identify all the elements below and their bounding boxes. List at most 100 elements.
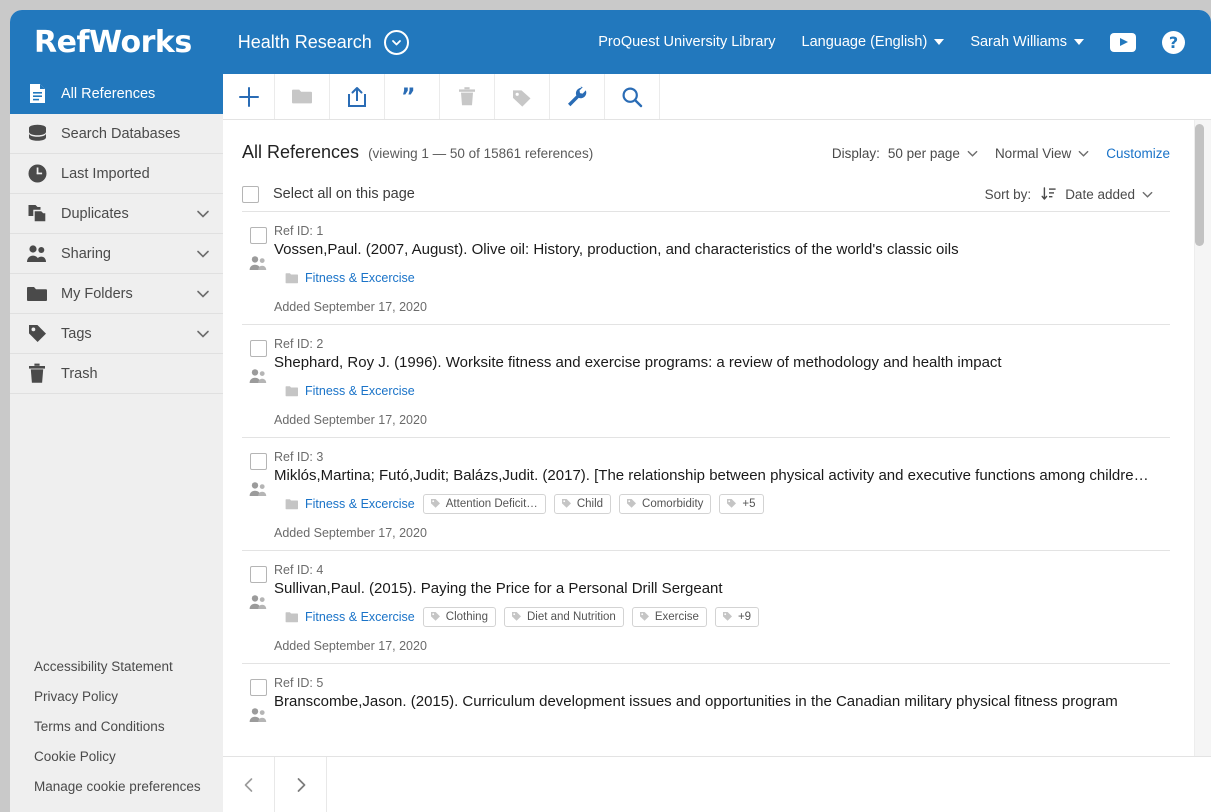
row-controls	[242, 337, 274, 427]
row-checkbox[interactable]	[250, 679, 267, 696]
reference-chips: Fitness & Excercise Attention Deficit… C…	[274, 493, 1170, 514]
reference-chips: Fitness & Excercise	[274, 267, 1170, 288]
wrench-icon[interactable]	[550, 74, 605, 119]
per-page-value: 50 per page	[888, 146, 960, 161]
share-export-icon[interactable]	[330, 74, 385, 119]
customize-link[interactable]: Customize	[1106, 146, 1170, 161]
folder-icon	[285, 498, 298, 510]
add-icon[interactable]	[223, 74, 275, 119]
user-menu[interactable]: Sarah Williams	[970, 34, 1084, 50]
folder-icon	[285, 385, 298, 397]
folder-chip[interactable]: Fitness & Excercise	[274, 497, 415, 511]
tag-icon[interactable]	[495, 74, 550, 119]
sidebar-item-my-folders[interactable]: My Folders	[10, 274, 223, 314]
tag-chip[interactable]: Comorbidity	[619, 494, 711, 514]
folder-chip[interactable]: Fitness & Excercise	[274, 384, 415, 398]
help-icon[interactable]: ?	[1162, 31, 1185, 54]
scrollbar-thumb[interactable]	[1195, 124, 1204, 246]
next-page-button[interactable]	[275, 757, 327, 812]
sort-by-dropdown[interactable]: Date added	[1065, 187, 1154, 202]
app-window: RefWorks Health Research ProQuest Univer…	[10, 10, 1211, 812]
refworks-logo[interactable]: RefWorks	[24, 25, 192, 60]
user-name-label: Sarah Williams	[970, 34, 1067, 50]
sidebar-item-tags[interactable]: Tags	[10, 314, 223, 354]
tag-chip[interactable]: Diet and Nutrition	[504, 607, 624, 627]
display-label: Display:	[832, 146, 880, 161]
reference-chips: Fitness & Excercise	[274, 380, 1170, 401]
sidebar-item-duplicates[interactable]: Duplicates	[10, 194, 223, 234]
references-scroll-area[interactable]: All References (viewing 1 — 50 of 15861 …	[223, 120, 1211, 756]
institution-link[interactable]: ProQuest University Library	[598, 34, 775, 50]
tag-chip[interactable]: Exercise	[632, 607, 707, 627]
view-mode-dropdown[interactable]: Normal View	[995, 146, 1090, 161]
link-cookie-policy[interactable]: Cookie Policy	[34, 749, 223, 764]
people-icon	[249, 481, 267, 497]
link-terms-and-conditions[interactable]: Terms and Conditions	[34, 719, 223, 734]
reference-content: Ref ID: 5 Branscombe,Jason. (2015). Curr…	[274, 676, 1170, 756]
sidebar-item-all-references[interactable]: All References	[10, 74, 223, 114]
table-row[interactable]: Ref ID: 3 Miklós,Martina; Futó,Judit; Ba…	[242, 438, 1170, 551]
search-icon[interactable]	[605, 74, 660, 119]
per-page-dropdown[interactable]: 50 per page	[888, 146, 979, 161]
table-row[interactable]: Ref ID: 2 Shephard, Roy J. (1996). Works…	[242, 325, 1170, 438]
tag-label: Exercise	[655, 611, 699, 623]
link-manage-cookie-preferences[interactable]: Manage cookie preferences	[34, 779, 223, 794]
sidebar-item-trash[interactable]: Trash	[10, 354, 223, 394]
reference-title[interactable]: Branscombe,Jason. (2015). Curriculum dev…	[274, 693, 1170, 710]
tag-icon	[26, 323, 48, 345]
youtube-icon[interactable]	[1110, 33, 1136, 52]
language-menu[interactable]: Language (English)	[802, 34, 945, 50]
reference-content: Ref ID: 1 Vossen,Paul. (2007, August). O…	[274, 224, 1170, 314]
folder-name: Fitness & Excercise	[305, 497, 415, 511]
sidebar-item-search-databases[interactable]: Search Databases	[10, 114, 223, 154]
reference-title[interactable]: Sullivan,Paul. (2015). Paying the Price …	[274, 580, 1170, 597]
tag-chip[interactable]: Attention Deficit…	[423, 494, 546, 514]
chevron-down-icon[interactable]	[195, 326, 211, 342]
tag-chip[interactable]: Child	[554, 494, 611, 514]
row-checkbox[interactable]	[250, 340, 267, 357]
link-privacy-policy[interactable]: Privacy Policy	[34, 689, 223, 704]
more-tags-chip[interactable]: +9	[715, 607, 759, 627]
more-tags-label: +9	[738, 611, 751, 623]
row-controls	[242, 450, 274, 540]
trash-icon[interactable]	[440, 74, 495, 119]
people-icon	[249, 707, 267, 723]
chevron-down-icon[interactable]	[195, 246, 211, 262]
select-all-label: Select all on this page	[273, 186, 415, 202]
select-all-row: Select all on this page Sort by: Date ad…	[223, 163, 1192, 211]
tag-chip[interactable]: Clothing	[423, 607, 496, 627]
link-accessibility-statement[interactable]: Accessibility Statement	[34, 659, 223, 674]
chevron-down-circle-icon[interactable]	[384, 30, 409, 55]
main-panel: ” All References (viewi	[223, 74, 1211, 812]
body-wrapper: All References Search Databases Last Imp…	[10, 74, 1211, 812]
sort-order-icon[interactable]	[1041, 186, 1057, 202]
row-checkbox[interactable]	[250, 566, 267, 583]
page-title: All References	[242, 142, 359, 163]
folder-chip[interactable]: Fitness & Excercise	[274, 271, 415, 285]
chevron-down-icon[interactable]	[195, 206, 211, 222]
quote-icon[interactable]: ”	[385, 74, 440, 119]
folder-icon[interactable]	[275, 74, 330, 119]
date-added: Added September 17, 2020	[274, 300, 1170, 314]
previous-page-button[interactable]	[223, 757, 275, 812]
folder-chip[interactable]: Fitness & Excercise	[274, 610, 415, 624]
row-checkbox[interactable]	[250, 453, 267, 470]
language-label: Language (English)	[802, 34, 928, 50]
tag-label: Diet and Nutrition	[527, 611, 616, 623]
select-all-checkbox[interactable]	[242, 186, 259, 203]
table-row[interactable]: Ref ID: 4 Sullivan,Paul. (2015). Paying …	[242, 551, 1170, 664]
reference-title[interactable]: Miklós,Martina; Futó,Judit; Balázs,Judit…	[274, 467, 1170, 484]
sidebar-item-last-imported[interactable]: Last Imported	[10, 154, 223, 194]
table-row[interactable]: Ref ID: 5 Branscombe,Jason. (2015). Curr…	[242, 664, 1170, 756]
folder-name: Fitness & Excercise	[305, 271, 415, 285]
row-checkbox[interactable]	[250, 227, 267, 244]
reference-title[interactable]: Shephard, Roy J. (1996). Worksite fitnes…	[274, 354, 1170, 371]
reference-title[interactable]: Vossen,Paul. (2007, August). Olive oil: …	[274, 241, 1170, 258]
tag-icon	[726, 498, 737, 509]
tag-icon	[430, 611, 441, 622]
chevron-down-icon[interactable]	[195, 286, 211, 302]
table-row[interactable]: Ref ID: 1 Vossen,Paul. (2007, August). O…	[242, 212, 1170, 325]
vertical-scrollbar[interactable]	[1194, 120, 1211, 756]
sidebar-item-sharing[interactable]: Sharing	[10, 234, 223, 274]
more-tags-chip[interactable]: +5	[719, 494, 763, 514]
